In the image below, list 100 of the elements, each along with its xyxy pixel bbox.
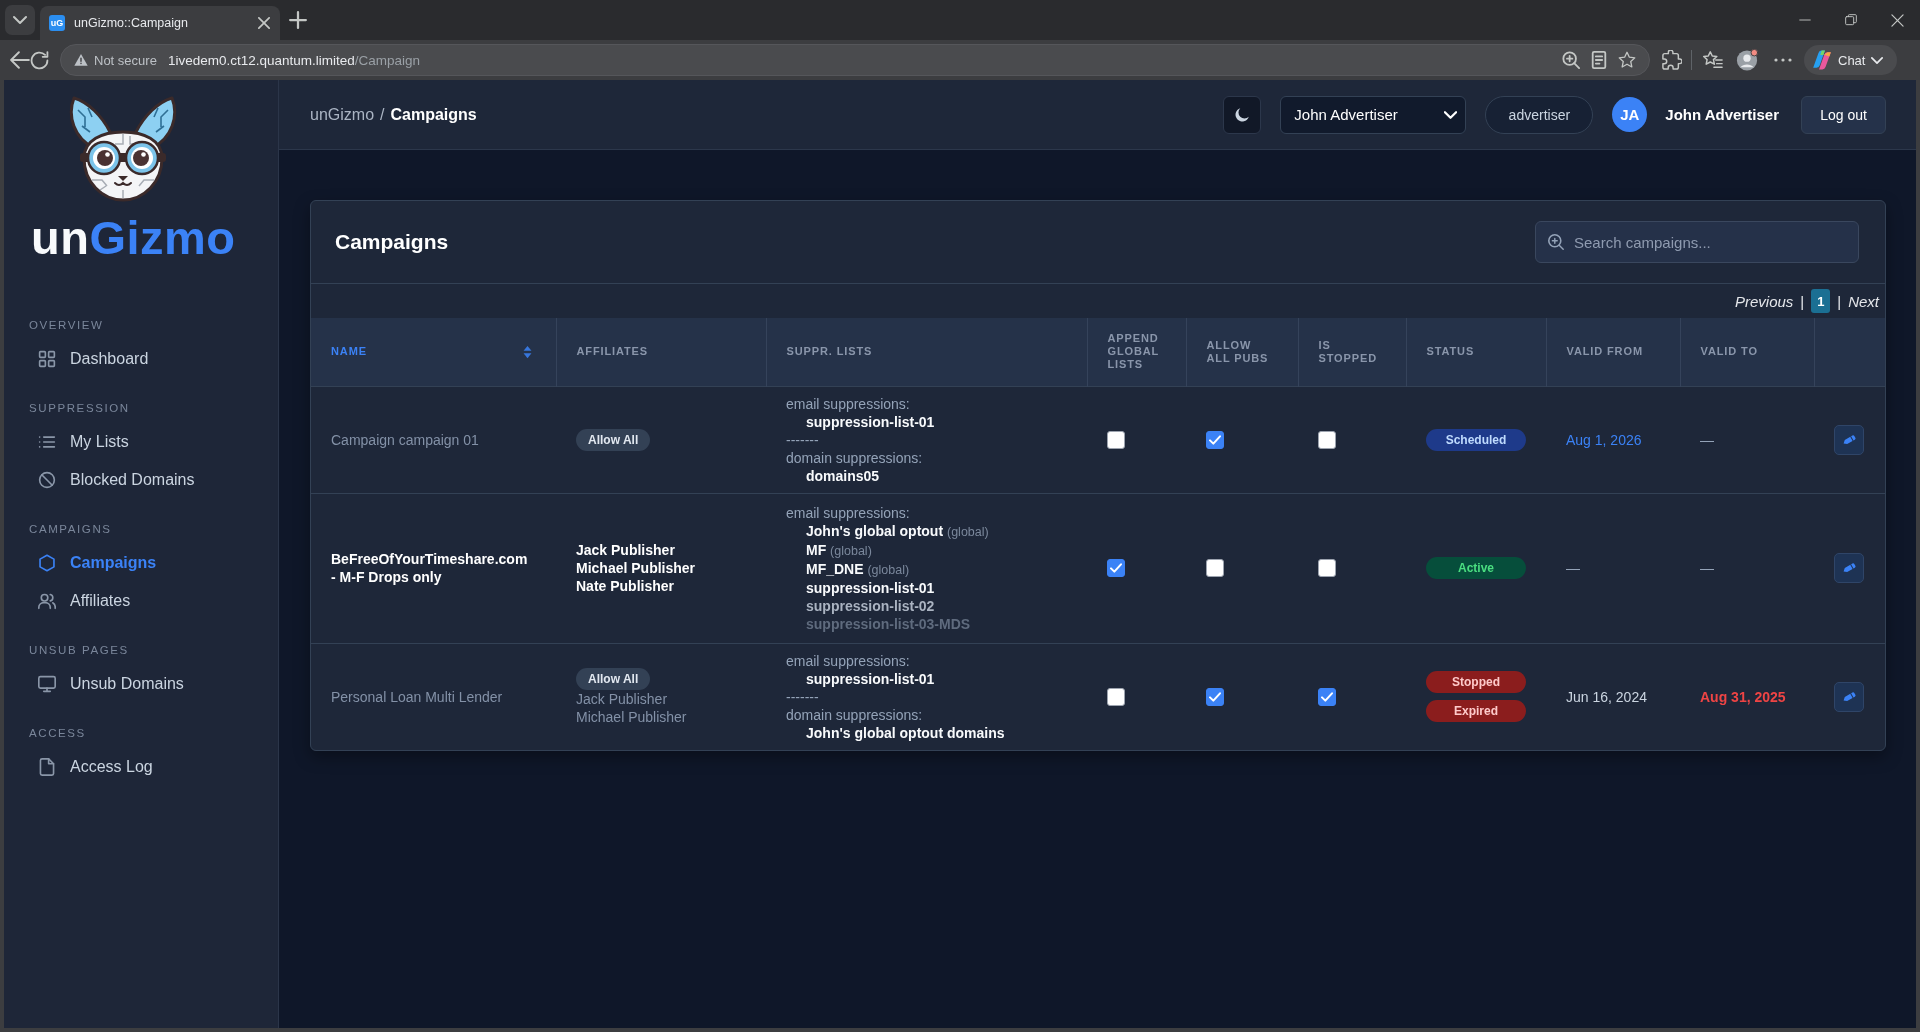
valid-from-value: — xyxy=(1566,560,1580,576)
column-header[interactable]: IS STOPPED xyxy=(1298,318,1406,386)
status-badge: Scheduled xyxy=(1426,428,1526,451)
checkbox[interactable] xyxy=(1206,430,1224,449)
suppression-list-name: suppression-list-01 xyxy=(805,578,935,597)
column-header[interactable]: SUPPR. LISTS xyxy=(766,318,1087,386)
grid-icon xyxy=(38,350,56,368)
allow-all-badge: Allow All xyxy=(576,428,651,451)
checkbox[interactable] xyxy=(1107,430,1125,449)
puzzle-icon[interactable] xyxy=(1662,50,1682,70)
column-header[interactable]: AFFILIATES xyxy=(556,318,766,386)
valid-from-value: Aug 1, 2026 xyxy=(1566,431,1642,448)
address-bar[interactable]: Not secure 1ivedem0.ct12.quantum.limited/Campaign xyxy=(60,44,1650,76)
campaign-name[interactable]: BeFreeOfYourTimeshare.com - M-F Drops only xyxy=(331,550,534,586)
section-label: OVERVIEW xyxy=(28,318,104,333)
more-icon[interactable] xyxy=(1774,58,1792,62)
nav-item[interactable]: My Lists xyxy=(4,423,258,461)
affiliate-name: Michael Publisher xyxy=(576,707,687,726)
divider-dashes: ------- xyxy=(786,687,819,706)
column-header[interactable]: ALLOW ALL PUBS xyxy=(1186,318,1298,386)
list-group-heading: email suppressions: xyxy=(786,503,910,522)
monitor-icon xyxy=(38,675,56,693)
nav-item[interactable]: Access Log xyxy=(4,748,258,786)
back-arrow-icon[interactable] xyxy=(10,50,30,70)
checkbox[interactable] xyxy=(1318,430,1336,449)
column-header[interactable]: APPEND GLOBAL LISTS xyxy=(1087,318,1186,386)
affiliate-name: Michael Publisher xyxy=(576,559,696,577)
prohibited-icon xyxy=(38,471,56,489)
search-icon xyxy=(1548,234,1564,250)
favorites-star-icon[interactable] xyxy=(1703,50,1723,70)
profile-avatar-icon[interactable] xyxy=(1736,49,1758,71)
campaign-name[interactable]: Personal Loan Multi Lender xyxy=(331,687,534,706)
list-group-heading: domain suppressions: xyxy=(786,448,923,467)
checkbox[interactable] xyxy=(1318,559,1336,577)
edit-button[interactable] xyxy=(1834,681,1864,712)
chevron-down-icon xyxy=(13,13,27,27)
affiliate-name: Nate Publisher xyxy=(576,577,675,595)
previous-link[interactable]: Previous xyxy=(1735,292,1794,310)
close-icon[interactable] xyxy=(258,17,270,29)
plus-icon[interactable] xyxy=(289,11,307,29)
next-link[interactable]: Next xyxy=(1848,292,1879,310)
checkbox[interactable] xyxy=(1206,687,1224,706)
campaign-name[interactable]: Campaign campaign 01 xyxy=(331,430,534,449)
browser-tab[interactable]: uG unGizmo::Campaign xyxy=(40,6,280,40)
suppression-list-name: MF_DNE (global) xyxy=(805,559,910,579)
column-header[interactable]: VALID FROM xyxy=(1546,318,1680,386)
valid-to-value: — xyxy=(1700,431,1714,448)
edit-button[interactable] xyxy=(1834,553,1864,583)
affiliate-name: Jack Publisher xyxy=(576,541,675,559)
logout-button[interactable]: Log out xyxy=(1801,95,1886,134)
favicon: uG xyxy=(49,15,65,31)
column-header[interactable]: VALID TO xyxy=(1680,318,1814,386)
suppression-list-name: suppression-list-01 xyxy=(805,669,935,688)
logo-wordmark: unGizmo xyxy=(31,210,236,266)
sort-icon xyxy=(522,344,532,359)
suppression-list-name: domains05 xyxy=(805,466,880,485)
security-label[interactable]: Not secure xyxy=(94,52,157,68)
user-avatar: JA xyxy=(1612,97,1648,132)
breadcrumb-item[interactable]: unGizmo xyxy=(310,105,375,124)
suppression-list-name: John's global optout (global) xyxy=(805,521,989,541)
reload-icon[interactable] xyxy=(30,50,49,70)
close-icon[interactable] xyxy=(1890,13,1904,27)
column-header[interactable]: STATUS xyxy=(1406,318,1546,386)
allow-all-badge: Allow All xyxy=(576,667,651,690)
checkbox[interactable] xyxy=(1107,559,1125,577)
nav-item[interactable]: Unsub Domains xyxy=(4,665,258,703)
zoom-in-icon[interactable] xyxy=(1562,51,1580,69)
theme-toggle-button[interactable] xyxy=(1223,95,1262,134)
checkbox[interactable] xyxy=(1318,687,1336,706)
user-name: John Advertiser xyxy=(1665,106,1779,123)
document-icon[interactable] xyxy=(1591,51,1607,69)
nav-item[interactable]: Affiliates xyxy=(4,582,258,620)
chat-logo-icon xyxy=(1812,50,1832,70)
checkbox[interactable] xyxy=(1107,687,1125,706)
edit-button[interactable] xyxy=(1834,424,1864,455)
list-group-heading: email suppressions: xyxy=(786,394,910,413)
nav-item[interactable]: Blocked Domains xyxy=(4,461,258,499)
chevron-down-icon xyxy=(1444,110,1458,119)
pager-separator: | xyxy=(1800,292,1805,310)
section-label: CAMPAIGNS xyxy=(28,522,112,537)
nav-item[interactable]: Dashboard xyxy=(4,340,258,378)
account-select[interactable]: John Advertiser xyxy=(1280,95,1467,134)
search-field[interactable]: Search campaigns... xyxy=(1535,221,1859,263)
chat-button[interactable]: Chat xyxy=(1804,45,1897,75)
column-header[interactable]: NAME xyxy=(311,318,556,386)
restore-icon[interactable] xyxy=(1845,14,1857,26)
role-badge: advertiser xyxy=(1485,95,1594,134)
tab-menu-button[interactable] xyxy=(5,5,35,35)
hexagon-icon xyxy=(38,554,56,572)
pencil-icon xyxy=(1841,691,1857,702)
page-number[interactable]: 1 xyxy=(1811,289,1831,313)
star-icon[interactable] xyxy=(1618,51,1636,69)
url-text[interactable]: 1ivedem0.ct12.quantum.limited/Campaign xyxy=(167,52,421,68)
nav-item[interactable]: Campaigns xyxy=(4,544,258,582)
checkbox[interactable] xyxy=(1206,559,1224,577)
list-icon xyxy=(38,433,56,451)
affiliate-name: Jack Publisher xyxy=(576,689,668,708)
chevron-down-icon xyxy=(1871,56,1884,64)
checkmark-icon xyxy=(1209,691,1221,702)
valid-from-value: Jun 16, 2024 xyxy=(1566,688,1647,705)
